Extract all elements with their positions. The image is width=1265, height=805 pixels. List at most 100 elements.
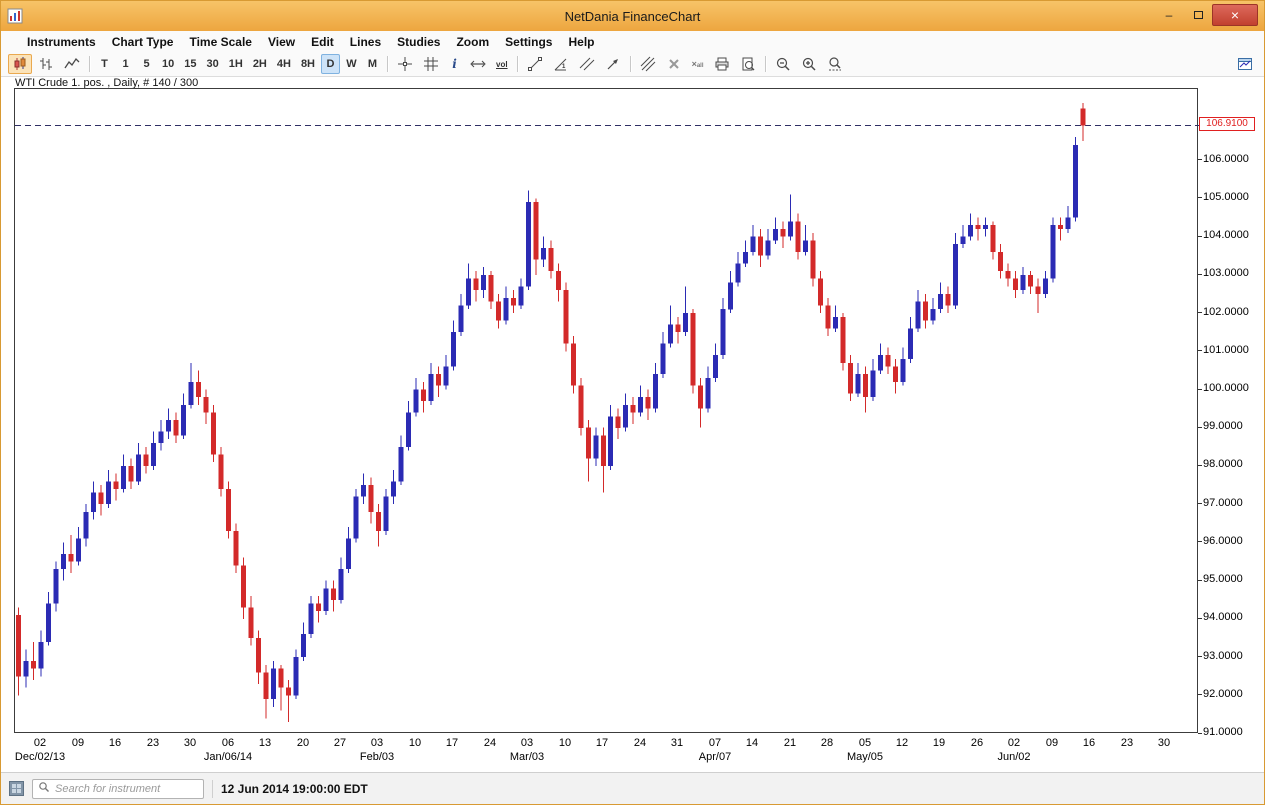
timeframe-1h-button[interactable]: 1H bbox=[225, 54, 247, 74]
ohlc-bar-chart-icon[interactable] bbox=[34, 54, 58, 74]
zoom-out-icon[interactable] bbox=[771, 54, 795, 74]
candlestick-chart-icon[interactable] bbox=[8, 54, 32, 74]
candle bbox=[166, 420, 171, 432]
candle bbox=[144, 455, 149, 467]
timeframe-1min-button[interactable]: 1 bbox=[116, 54, 135, 74]
candlestick-plot[interactable] bbox=[14, 88, 1198, 733]
candle bbox=[413, 390, 418, 413]
candle bbox=[796, 221, 801, 252]
crosshair-icon[interactable] bbox=[393, 54, 417, 74]
candle bbox=[683, 313, 688, 332]
parallel-channel-icon[interactable] bbox=[575, 54, 599, 74]
candle bbox=[84, 512, 89, 539]
candle bbox=[968, 225, 973, 237]
new-chart-window-icon[interactable] bbox=[1233, 54, 1257, 74]
price-axis-tick bbox=[1198, 733, 1202, 734]
menu-instruments[interactable]: Instruments bbox=[19, 33, 104, 51]
line-chart-icon[interactable] bbox=[60, 54, 84, 74]
volume-icon[interactable]: vol bbox=[492, 54, 512, 74]
instrument-search-box[interactable] bbox=[32, 779, 204, 799]
timeframe-tick-button[interactable]: T bbox=[95, 54, 114, 74]
price-axis-tick bbox=[1198, 618, 1202, 619]
menu-studies[interactable]: Studies bbox=[389, 33, 448, 51]
price-axis-tick bbox=[1198, 465, 1202, 466]
timeframe-5min-button[interactable]: 5 bbox=[137, 54, 156, 74]
trend-line-angle-icon[interactable]: 1 bbox=[549, 54, 573, 74]
date-axis-label: 17 bbox=[596, 737, 608, 749]
timeframe-weekly-button[interactable]: W bbox=[342, 54, 361, 74]
candle bbox=[121, 466, 126, 489]
svg-text:1: 1 bbox=[562, 64, 566, 70]
candle bbox=[1080, 109, 1085, 126]
info-icon[interactable]: i bbox=[445, 54, 464, 74]
candle bbox=[383, 497, 388, 531]
candle bbox=[24, 661, 29, 676]
maximize-button[interactable] bbox=[1184, 4, 1212, 26]
candle bbox=[159, 432, 164, 444]
timeframe-10min-button[interactable]: 10 bbox=[158, 54, 178, 74]
trend-line-icon[interactable] bbox=[523, 54, 547, 74]
timeframe-2h-button[interactable]: 2H bbox=[249, 54, 271, 74]
date-axis-label: 16 bbox=[1083, 737, 1095, 749]
print-icon[interactable] bbox=[710, 54, 734, 74]
candle bbox=[69, 554, 74, 562]
candle bbox=[781, 229, 786, 237]
candle bbox=[953, 244, 958, 305]
menu-time-scale[interactable]: Time Scale bbox=[181, 33, 259, 51]
candle bbox=[833, 317, 838, 329]
candle bbox=[241, 565, 246, 607]
candle bbox=[114, 481, 119, 489]
price-axis-label: 99.0000 bbox=[1203, 420, 1243, 432]
close-button[interactable]: × bbox=[1212, 4, 1258, 26]
timeframe-monthly-button[interactable]: M bbox=[363, 54, 382, 74]
chart-region: WTI Crude 1. pos. , Daily, # 140 / 300 1… bbox=[1, 77, 1264, 772]
menu-settings[interactable]: Settings bbox=[497, 33, 560, 51]
menu-help[interactable]: Help bbox=[560, 33, 602, 51]
scroll-horizontal-icon[interactable] bbox=[466, 54, 490, 74]
candle bbox=[1028, 275, 1033, 287]
candle bbox=[46, 604, 51, 642]
search-input[interactable] bbox=[55, 783, 198, 795]
candle bbox=[264, 672, 269, 699]
timeframe-4h-button[interactable]: 4H bbox=[273, 54, 295, 74]
andrews-pitchfork-icon[interactable] bbox=[636, 54, 660, 74]
delete-all-drawings-icon[interactable]: ×all bbox=[688, 54, 708, 74]
price-axis-tick bbox=[1198, 197, 1202, 198]
menu-zoom[interactable]: Zoom bbox=[448, 33, 497, 51]
print-preview-icon[interactable] bbox=[736, 54, 760, 74]
candle bbox=[398, 447, 403, 481]
toolbar-separator bbox=[630, 56, 631, 72]
candle bbox=[481, 275, 486, 290]
candle bbox=[533, 202, 538, 259]
candle bbox=[31, 661, 36, 669]
candle bbox=[294, 657, 299, 695]
search-icon bbox=[38, 780, 50, 798]
minimize-button[interactable]: – bbox=[1154, 4, 1184, 26]
menu-lines[interactable]: Lines bbox=[342, 33, 389, 51]
timeframe-daily-button[interactable]: D bbox=[321, 54, 340, 74]
toolbar-separator bbox=[765, 56, 766, 72]
last-price-flag: 106.9100 bbox=[1199, 117, 1255, 131]
candle bbox=[586, 428, 591, 459]
zoom-area-icon[interactable] bbox=[823, 54, 847, 74]
candle bbox=[691, 313, 696, 386]
arrow-annotation-icon[interactable] bbox=[601, 54, 625, 74]
timeframe-8h-button[interactable]: 8H bbox=[297, 54, 319, 74]
candle bbox=[324, 588, 329, 611]
timeframe-30min-button[interactable]: 30 bbox=[203, 54, 223, 74]
zoom-in-icon[interactable] bbox=[797, 54, 821, 74]
candle bbox=[496, 302, 501, 321]
app-window: NetDania FinanceChart – × InstrumentsCha… bbox=[0, 0, 1265, 805]
menu-chart-type[interactable]: Chart Type bbox=[104, 33, 182, 51]
date-axis-label: 13 bbox=[259, 737, 271, 749]
candle bbox=[1043, 279, 1048, 294]
candle bbox=[668, 325, 673, 344]
date-axis-label: 03 bbox=[371, 737, 383, 749]
menu-edit[interactable]: Edit bbox=[303, 33, 342, 51]
delete-drawing-icon[interactable] bbox=[662, 54, 686, 74]
candle bbox=[975, 225, 980, 229]
title-bar[interactable]: NetDania FinanceChart – × bbox=[1, 1, 1264, 31]
grid-icon[interactable] bbox=[419, 54, 443, 74]
menu-view[interactable]: View bbox=[260, 33, 303, 51]
timeframe-15min-button[interactable]: 15 bbox=[180, 54, 200, 74]
